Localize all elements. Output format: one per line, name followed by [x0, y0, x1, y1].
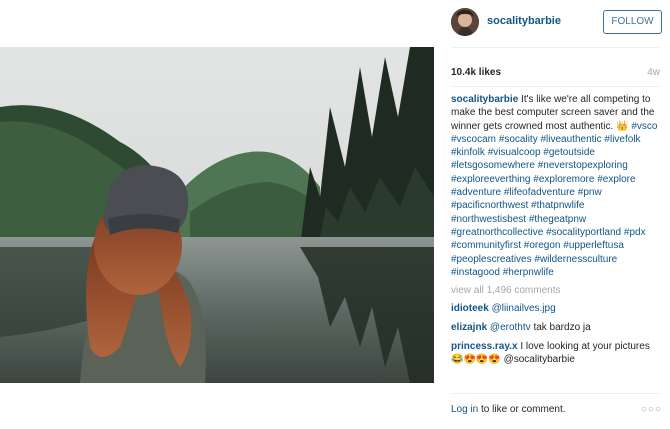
login-suffix: to like or comment. [478, 404, 566, 415]
more-options-icon[interactable]: ○○○ [641, 404, 662, 415]
comment-username[interactable]: elizajnk [451, 322, 487, 333]
hashtag-link[interactable]: #liveauthentic [540, 134, 601, 145]
comment-text: tak bardzo ja [533, 322, 591, 334]
hashtag-list: #vsco #vscocam #socality #liveauthentic … [451, 121, 657, 278]
caption: socalitybarbie It's like we're all compe… [451, 93, 659, 279]
divider [451, 393, 660, 394]
hashtag-link[interactable]: #herpnwlife [503, 267, 554, 278]
login-prompt: Log in to like or comment. [451, 404, 566, 415]
hashtag-link[interactable]: #oregon [524, 240, 561, 251]
hashtag-link[interactable]: #northwestisbest [451, 214, 526, 225]
comment-item: princess.ray.x I love looking at your pi… [451, 340, 659, 366]
caption-username[interactable]: socalitybarbie [451, 94, 518, 105]
avatar-image [451, 8, 479, 36]
hashtag-link[interactable]: #explore [597, 174, 635, 185]
comment-mention[interactable]: @liinailves.jpg [492, 303, 556, 314]
hashtag-link[interactable]: #socalityportland [546, 227, 621, 238]
post-sidebar: socalitybarbie FOLLOW 10.4k likes 4w soc… [434, 0, 670, 429]
hashtag-link[interactable]: #exploremore [533, 174, 594, 185]
hashtag-link[interactable]: #visualcoop [488, 147, 541, 158]
hashtag-link[interactable]: #upperleftusa [563, 240, 624, 251]
author-username[interactable]: socalitybarbie [487, 15, 561, 27]
comment-username[interactable]: idioteek [451, 303, 489, 314]
follow-button[interactable]: FOLLOW [603, 10, 662, 34]
hashtag-link[interactable]: #getoutside [543, 147, 595, 158]
hashtag-link[interactable]: #pnw [578, 187, 602, 198]
comment-item: elizajnk @erothtv tak bardzo ja [451, 321, 659, 334]
comment-mention[interactable]: @erothtv [490, 322, 531, 333]
landscape-illustration [0, 47, 434, 383]
hashtag-link[interactable]: #exploreeverthing [451, 174, 531, 185]
login-link[interactable]: Log in [451, 404, 478, 415]
hashtag-link[interactable]: #wildernessculture [534, 254, 617, 265]
hashtag-link[interactable]: #pdx [624, 227, 646, 238]
post-photo[interactable] [0, 47, 434, 383]
hashtag-link[interactable]: #communityfirst [451, 240, 521, 251]
hashtag-link[interactable]: #neverstopexploring [538, 160, 628, 171]
view-all-comments-link[interactable]: view all 1,496 comments [451, 285, 659, 296]
divider [451, 86, 660, 87]
hashtag-link[interactable]: #vscocam [451, 134, 496, 145]
hashtag-link[interactable]: #lifeofadventure [504, 187, 575, 198]
hashtag-link[interactable]: #peoplescreatives [451, 254, 532, 265]
comments-list[interactable]: socalitybarbie It's like we're all compe… [451, 93, 659, 385]
hashtag-link[interactable]: #greatnorthcollective [451, 227, 543, 238]
comment-item: idioteek @liinailves.jpg [451, 302, 659, 315]
hashtag-link[interactable]: #thatpnwlife [531, 200, 584, 211]
hashtag-link[interactable]: #pacificnorthwest [451, 200, 528, 211]
divider [451, 47, 660, 48]
avatar[interactable] [451, 8, 479, 36]
comment-username[interactable]: princess.ray.x [451, 341, 518, 352]
hashtag-link[interactable]: #letsgosomewhere [451, 160, 535, 171]
post-age[interactable]: 4w [647, 67, 660, 78]
likes-count[interactable]: 10.4k likes [451, 67, 501, 78]
hashtag-link[interactable]: #socality [499, 134, 538, 145]
hashtag-link[interactable]: #instagood [451, 267, 500, 278]
hashtag-link[interactable]: #adventure [451, 187, 501, 198]
hashtag-link[interactable]: #vsco [631, 121, 657, 132]
hashtag-link[interactable]: #livefolk [604, 134, 640, 145]
hashtag-link[interactable]: #kinfolk [451, 147, 485, 158]
hashtag-link[interactable]: #thegeatpnw [529, 214, 586, 225]
